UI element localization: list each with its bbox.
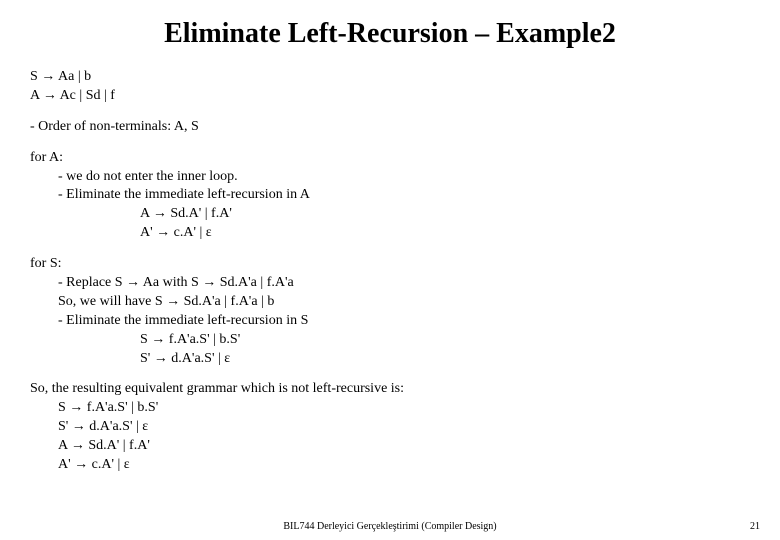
- order-line: - Order of non-terminals: A, S: [30, 118, 750, 137]
- for-a-head: for A:: [30, 149, 750, 168]
- for-a-block: for A: - we do not enter the inner loop.…: [30, 149, 750, 243]
- result-head: So, the resulting equivalent grammar whi…: [30, 380, 750, 399]
- grammar-line: A → Ac | Sd | f: [30, 87, 750, 106]
- for-a-step: - we do not enter the inner loop.: [30, 168, 750, 187]
- for-s-rule: S' → d.A'a.S' | ε: [30, 350, 750, 369]
- result-rule: A → Sd.A' | f.A': [30, 437, 750, 456]
- initial-grammar: S → Aa | b A → Ac | Sd | f: [30, 68, 750, 106]
- footer-text: BIL744 Derleyici Gerçekleştirimi (Compil…: [0, 521, 780, 532]
- page-number: 21: [750, 521, 760, 532]
- result-rule: S' → d.A'a.S' | ε: [30, 418, 750, 437]
- for-a-rule: A → Sd.A' | f.A': [30, 205, 750, 224]
- result-rule: S → f.A'a.S' | b.S': [30, 399, 750, 418]
- result-block: So, the resulting equivalent grammar whi…: [30, 380, 750, 474]
- for-s-head: for S:: [30, 255, 750, 274]
- for-a-rule: A' → c.A' | ε: [30, 224, 750, 243]
- for-s-step: So, we will have S → Sd.A'a | f.A'a | b: [30, 293, 750, 312]
- for-s-step: - Eliminate the immediate left-recursion…: [30, 312, 750, 331]
- for-s-step: - Replace S → Aa with S → Sd.A'a | f.A'a: [30, 274, 750, 293]
- grammar-line: S → Aa | b: [30, 68, 750, 87]
- for-a-step: - Eliminate the immediate left-recursion…: [30, 186, 750, 205]
- page-title: Eliminate Left-Recursion – Example2: [30, 18, 750, 50]
- for-s-block: for S: - Replace S → Aa with S → Sd.A'a …: [30, 255, 750, 368]
- result-rule: A' → c.A' | ε: [30, 456, 750, 475]
- for-s-rule: S → f.A'a.S' | b.S': [30, 331, 750, 350]
